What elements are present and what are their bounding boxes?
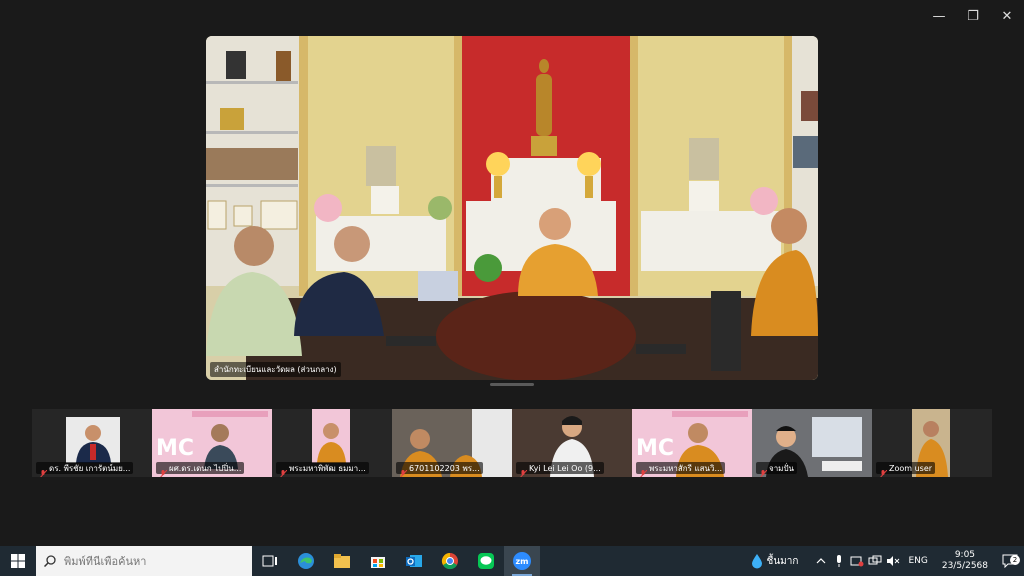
participant-tile[interactable]: MC พระมหาสักรี แสนวิ... xyxy=(632,409,752,477)
network-icon xyxy=(868,555,882,565)
clock-time: 9:05 xyxy=(954,550,976,560)
participant-tile[interactable]: 6701102203 พร... xyxy=(392,409,512,477)
microphone-icon xyxy=(837,555,842,567)
water-drop-icon xyxy=(751,554,762,569)
edge-browser-icon xyxy=(298,553,314,569)
participant-tile[interactable]: MC ผศ.ดร.เดนก ไปปิ่น... xyxy=(152,409,272,477)
participant-tile[interactable]: Kyi Lei Lei Oo (9... xyxy=(512,409,632,477)
minimize-button[interactable]: — xyxy=(922,0,956,32)
mic-off-icon xyxy=(279,464,288,477)
notification-badge: 2 xyxy=(1010,555,1020,565)
clock-date: 23/5/2568 xyxy=(941,561,988,571)
participant-name-tag: จามปั่น xyxy=(756,462,797,477)
outlook-app-button[interactable] xyxy=(396,546,432,576)
input-language[interactable]: ENG xyxy=(908,556,927,566)
clock[interactable]: 9:05 23/5/2568 xyxy=(942,550,988,572)
notifications-button[interactable]: 2 xyxy=(996,554,1024,568)
svg-text:MC: MC xyxy=(156,436,194,461)
participant-tile[interactable]: จามปั่น xyxy=(752,409,872,477)
participant-name-tag: Kyi Lei Lei Oo (9... xyxy=(516,462,604,477)
store-app-button[interactable] xyxy=(360,546,396,576)
camera-red-icon xyxy=(850,556,864,567)
edge-app-button[interactable] xyxy=(288,546,324,576)
system-tray: ชื้นมาก ENG 9:05 23/5/2568 2 xyxy=(751,546,1024,576)
recording-tray-button[interactable] xyxy=(848,555,866,567)
show-hidden-icons-button[interactable] xyxy=(812,557,830,565)
window-controls: — ❐ ✕ xyxy=(922,0,1024,32)
mic-off-icon xyxy=(519,464,528,477)
chrome-browser-icon xyxy=(441,552,458,570)
svg-text:MC: MC xyxy=(636,436,674,461)
task-view-icon xyxy=(262,555,277,567)
zoom-app-icon: zm xyxy=(513,552,531,570)
weather-text: ชื้นมาก xyxy=(766,555,799,567)
outlook-mail-icon xyxy=(406,555,422,567)
participant-name-tag: 6701102203 พร... xyxy=(396,462,483,477)
zoom-app-button[interactable]: zm xyxy=(504,546,540,576)
participant-name-tag: ดร. พีรชัย เการัตน์มย... xyxy=(36,462,134,477)
mic-off-icon xyxy=(39,464,48,477)
participant-name-tag: พระมหาสักรี แสนวิ... xyxy=(636,462,726,477)
file-explorer-button[interactable] xyxy=(324,546,360,576)
search-icon xyxy=(44,555,56,567)
taskbar: zm ชื้นมาก xyxy=(0,546,1024,576)
line-chat-icon xyxy=(478,553,494,569)
search-input[interactable] xyxy=(64,554,234,568)
volume-tray-button[interactable] xyxy=(884,555,902,567)
mic-off-icon xyxy=(639,464,648,477)
main-speaker-video[interactable]: สำนักทะเบียนและวัดผล (ส่วนกลาง) xyxy=(206,36,818,380)
svg-text:zm: zm xyxy=(516,557,529,566)
chrome-app-button[interactable] xyxy=(432,546,468,576)
network-tray-button[interactable] xyxy=(866,555,884,567)
folder-icon xyxy=(334,554,350,568)
restore-button[interactable]: ❐ xyxy=(956,0,990,32)
participant-name-tag: ผศ.ดร.เดนก ไปปิ่น... xyxy=(156,462,245,477)
line-app-button[interactable] xyxy=(468,546,504,576)
chevron-up-icon xyxy=(817,558,826,564)
main-speaker-name: สำนักทะเบียนและวัดผล (ส่วนกลาง) xyxy=(210,362,341,377)
mic-off-icon xyxy=(759,464,768,477)
volume-muted-icon xyxy=(887,556,900,566)
start-button[interactable] xyxy=(0,546,36,576)
participant-tile[interactable]: ดร. พีรชัย เการัตน์มย... xyxy=(32,409,152,477)
participant-name-tag: พระมหาพิพัฒ ธมมา... xyxy=(276,462,369,477)
task-view-button[interactable] xyxy=(252,546,288,576)
meeting-room-scene xyxy=(206,36,818,380)
participant-tile[interactable]: พระมหาพิพัฒ ธมมา... xyxy=(272,409,392,477)
participant-name-tag: Zoom user xyxy=(876,462,936,477)
mic-off-icon xyxy=(159,464,168,477)
mic-off-icon xyxy=(879,464,888,477)
microphone-tray-button[interactable] xyxy=(830,555,848,567)
participant-gallery: ดร. พีรชัย เการัตน์มย... MC ผศ.ดร.เดนก ไ… xyxy=(32,409,992,477)
close-button[interactable]: ✕ xyxy=(990,0,1024,32)
resize-handle[interactable] xyxy=(490,383,534,386)
windows-logo-icon xyxy=(11,554,25,568)
taskbar-search[interactable] xyxy=(36,546,252,576)
participant-tile[interactable]: Zoom user xyxy=(872,409,992,477)
mic-off-icon xyxy=(399,464,408,477)
store-bag-icon xyxy=(371,557,385,568)
weather-widget[interactable]: ชื้นมาก xyxy=(751,553,799,569)
